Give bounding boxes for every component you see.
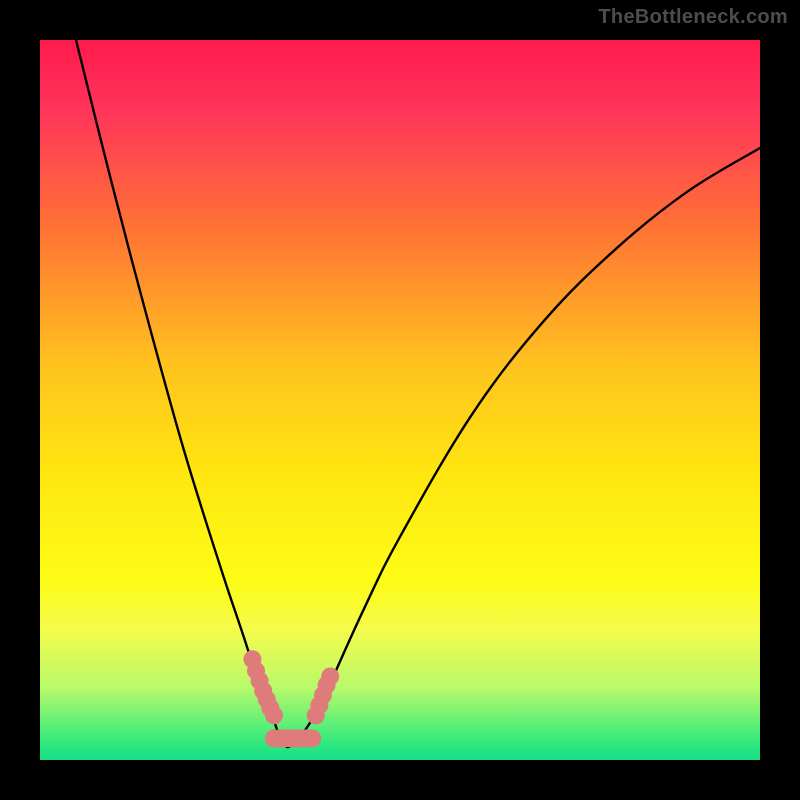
- watermark-text: TheBottleneck.com: [598, 6, 788, 29]
- highlight-dot: [321, 667, 339, 685]
- background-gradient: [40, 40, 760, 760]
- chart-svg: [40, 40, 760, 760]
- highlight-dot: [265, 706, 283, 724]
- highlight-dot: [303, 729, 321, 747]
- plot-area: [40, 40, 760, 760]
- chart-frame: TheBottleneck.com: [0, 0, 800, 800]
